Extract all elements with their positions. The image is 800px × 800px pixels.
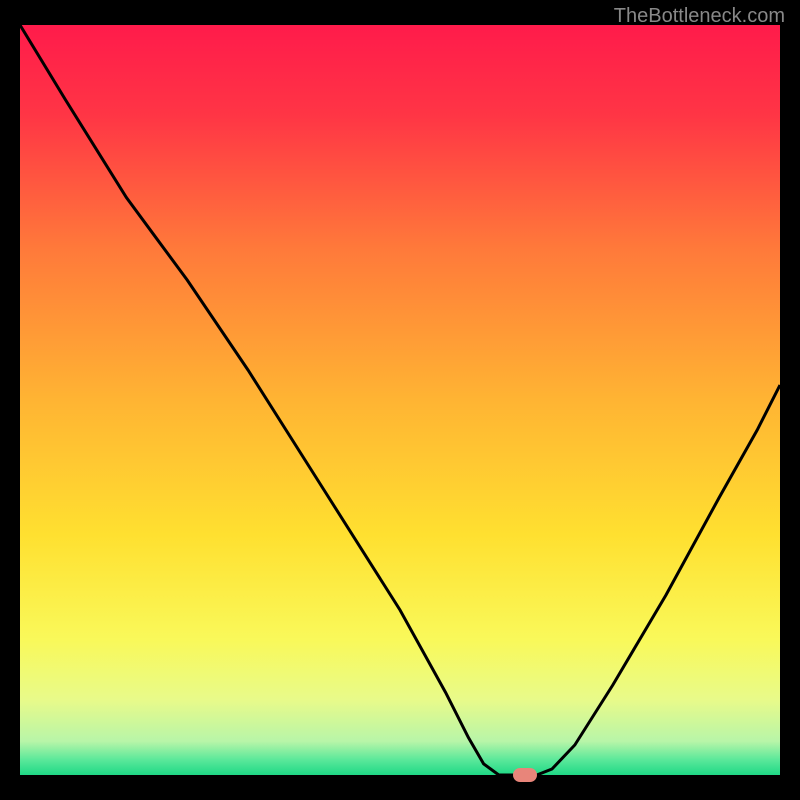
optimal-marker (513, 768, 537, 782)
bottleneck-curve (20, 25, 780, 775)
watermark-text: TheBottleneck.com (614, 5, 785, 28)
chart-plot-area (20, 25, 780, 775)
